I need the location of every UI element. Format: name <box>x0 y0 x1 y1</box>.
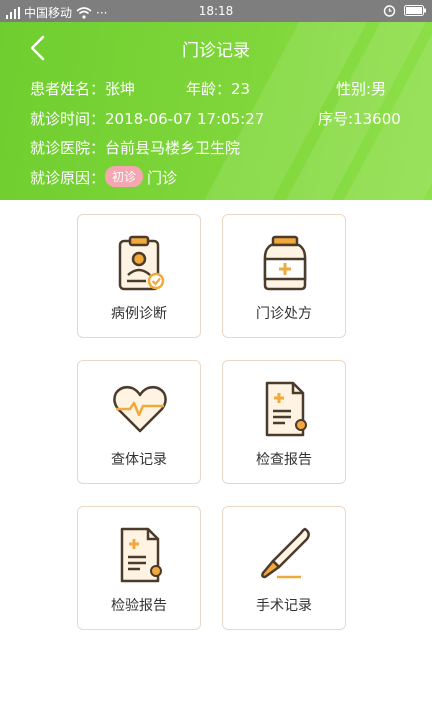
page-title: 门诊记录 <box>182 41 250 61</box>
hospital-row: 就诊医院：台前县马楼乡卫生院 <box>30 137 240 158</box>
age-label: 年龄： <box>186 80 232 98</box>
first-visit-badge: 初诊 <box>105 166 144 187</box>
visit-time-label: 就诊时间： <box>30 110 106 128</box>
prescription-label: 门诊处方 <box>256 306 312 322</box>
visit-time-row: 就诊时间：2018-06-07 17:05:27 序号:13600 <box>30 108 402 129</box>
battery-icon <box>404 5 426 16</box>
physical-exam-label: 查体记录 <box>111 452 167 468</box>
reason-value: 门诊 <box>147 169 178 187</box>
reason-row: 就诊原因： 初诊 门诊 <box>30 166 177 188</box>
gender-value: 男 <box>371 80 387 98</box>
heart-pulse-icon <box>113 385 167 433</box>
lab-report-label: 检验报告 <box>111 598 167 614</box>
status-time: 18:18 <box>198 4 234 18</box>
patient-name-label: 患者姓名： <box>30 80 106 98</box>
lab-report-icon <box>120 527 162 583</box>
case-diagnosis-card[interactable]: 病例诊断 <box>77 214 201 338</box>
prescription-card[interactable]: 门诊处方 <box>222 214 346 338</box>
gender-label: 性别: <box>336 80 372 98</box>
report-document-icon <box>265 381 307 437</box>
serial-label: 序号: <box>318 110 354 128</box>
exam-report-label: 检查报告 <box>256 452 312 468</box>
exam-report-card[interactable]: 检查报告 <box>222 360 346 484</box>
scalpel-icon <box>261 527 310 579</box>
serial-value: 13600 <box>353 110 401 128</box>
visit-time-value: 2018-06-07 17:05:27 <box>105 110 265 128</box>
status-bar: 中国移动 ··· 18:18 <box>0 0 432 22</box>
physical-exam-card[interactable]: 查体记录 <box>77 360 201 484</box>
clipboard-icon <box>118 235 165 291</box>
lab-report-card[interactable]: 检验报告 <box>77 506 201 630</box>
surgery-record-label: 手术记录 <box>256 598 312 614</box>
hospital-label: 就诊医院： <box>30 139 106 157</box>
surgery-record-card[interactable]: 手术记录 <box>222 506 346 630</box>
patient-row: 患者姓名：张坤 年龄：23 性别:男 <box>30 78 402 99</box>
patient-header: 门诊记录 患者姓名：张坤 年龄：23 性别:男 就诊时间：2018-06-07 … <box>0 22 432 200</box>
age-value: 23 <box>231 80 251 98</box>
patient-name: 张坤 <box>105 80 136 98</box>
reason-label: 就诊原因： <box>30 169 106 187</box>
medicine-bottle-icon <box>263 235 307 291</box>
case-diagnosis-label: 病例诊断 <box>111 306 167 322</box>
alarm-icon <box>383 5 396 17</box>
hospital-value: 台前县马楼乡卫生院 <box>105 139 241 157</box>
